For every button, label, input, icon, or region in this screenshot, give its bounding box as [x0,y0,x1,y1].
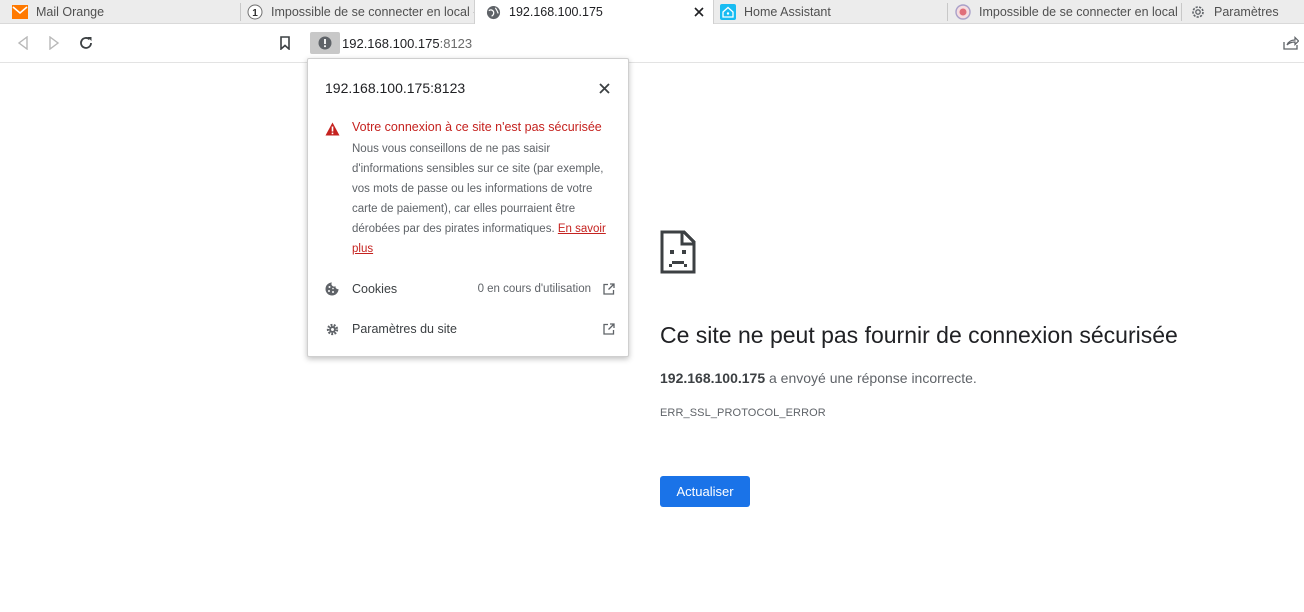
error-code: ERR_SSL_PROTOCOL_ERROR [660,407,826,419]
tab-title: Impossible de se connecter en local - [271,5,474,19]
site-settings-row[interactable]: Paramètres du site [325,319,615,339]
close-icon[interactable] [691,4,707,20]
site-info-button[interactable] [310,32,340,54]
error-host: 192.168.100.175 [660,370,766,386]
badge-one-icon: 1 [247,4,263,20]
url-port: :8123 [439,36,473,51]
sad-page-icon [660,230,696,274]
external-link-icon [603,283,615,295]
external-link-icon [603,323,615,335]
warning-title: Votre connexion à ce site n'est pas sécu… [352,120,602,134]
reload-icon[interactable] [77,34,95,52]
tab-title: 192.168.100.175 [509,5,603,19]
reload-button[interactable]: Actualiser [660,476,750,507]
home-assistant-icon [720,4,736,20]
info-alert-icon [318,36,332,50]
url-host: 192.168.100.175 [342,36,440,51]
share-icon[interactable] [1282,34,1300,52]
forum-logo-icon [955,4,971,20]
site-settings-label: Paramètres du site [352,322,457,336]
globe-icon [485,4,501,20]
tab-mail-orange[interactable]: Mail Orange [0,0,240,24]
popup-title: 192.168.100.175:8123 [325,80,466,96]
error-description: 192.168.100.175 a envoyé une réponse inc… [660,370,977,386]
cookies-value: 0 en cours d'utilisation [477,283,591,295]
error-title: Ce site ne peut pas fournir de connexion… [660,322,1178,348]
tab-title: Paramètres [1214,5,1279,19]
close-icon[interactable] [596,80,612,96]
tab-forum-2[interactable]: Impossible de se connecter en local - [948,0,1181,24]
tab-title: Impossible de se connecter en local - [979,5,1181,19]
tab-current[interactable]: 192.168.100.175 [474,0,714,24]
badge-number: 1 [252,8,258,19]
tab-title: Home Assistant [744,5,831,19]
warning-description: Nous vous conseillons de ne pas saisir d… [352,143,604,235]
cookies-label: Cookies [352,282,398,296]
tab-forum-1[interactable]: 1 Impossible de se connecter en local - [241,0,474,24]
cookies-row[interactable]: Cookies 0 en cours d'utilisation [325,279,615,299]
cookie-icon [325,282,339,296]
tab-title: Mail Orange [36,5,105,19]
tab-home-assistant[interactable]: Home Assistant [714,0,947,24]
forward-button[interactable] [45,34,63,52]
tab-strip: Mail Orange 1 Impossible de se connecter… [0,0,1304,24]
orange-mail-icon [12,4,28,20]
gear-icon [1190,4,1206,20]
site-info-popup: 192.168.100.175:8123 Votre connexion à c… [307,58,629,357]
warning-icon [325,122,340,136]
tab-settings[interactable]: Paramètres [1182,0,1304,24]
browser-toolbar: 192.168.100.175:8123 [0,24,1304,63]
address-bar[interactable]: 192.168.100.175:8123 [342,36,472,51]
back-button[interactable] [14,34,32,52]
warning-text: Nous vous conseillons de ne pas saisir d… [352,139,618,259]
gear-icon [325,322,339,336]
bookmark-icon[interactable] [276,34,294,52]
error-message: a envoyé une réponse incorrecte. [769,370,977,386]
